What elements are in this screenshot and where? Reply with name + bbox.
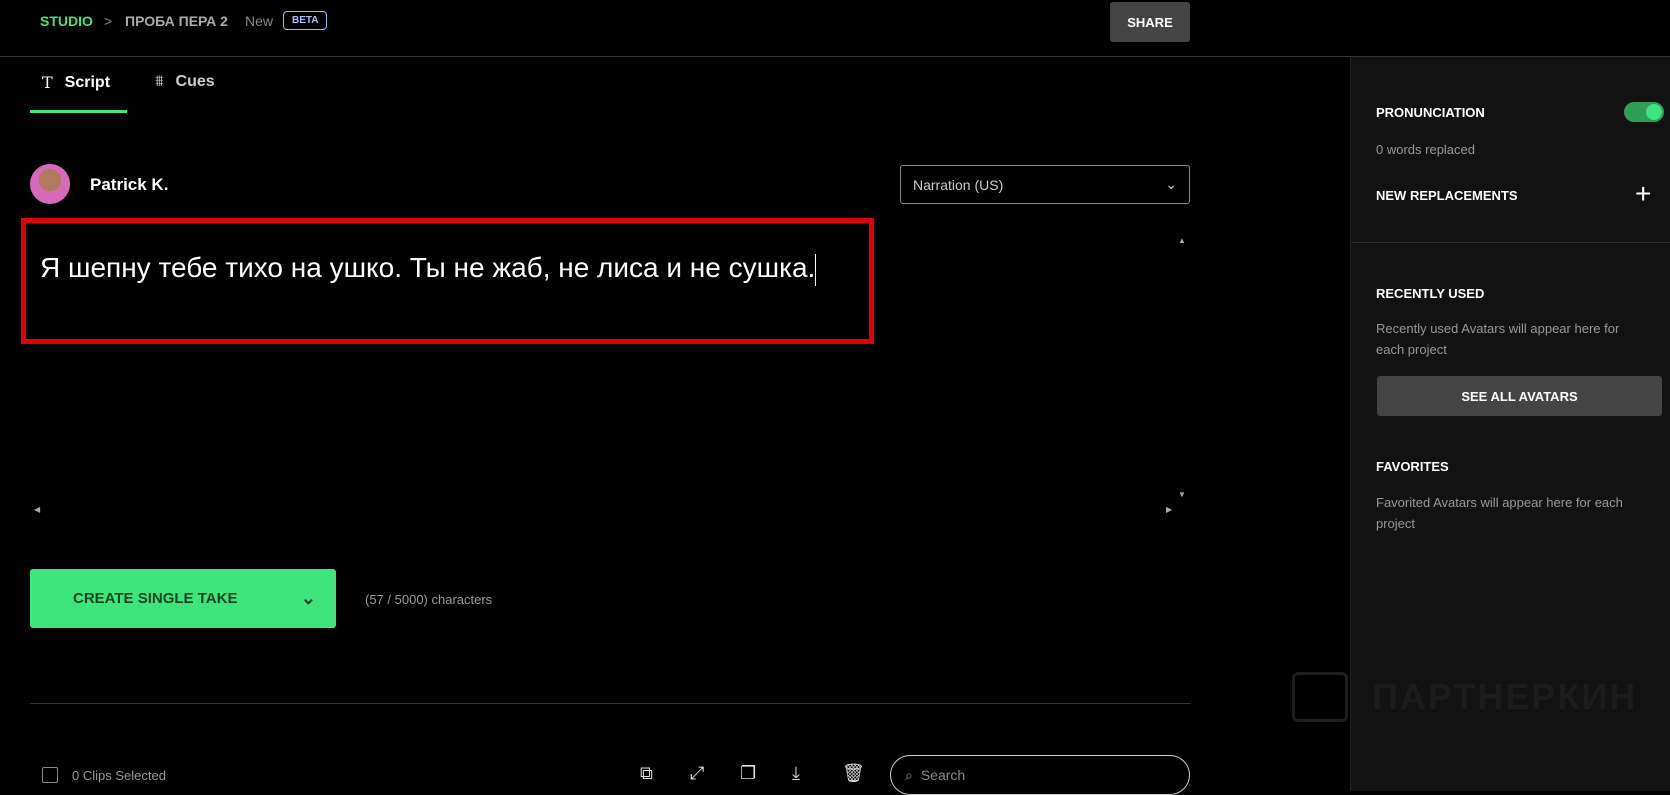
clips-selected: 0 Clips Selected (72, 768, 166, 783)
recently-used-description: Recently used Avatars will appear here f… (1376, 321, 1620, 357)
duplicate-icon[interactable]: ❐ (740, 763, 756, 784)
character-count: (57 / 5000) characters (365, 592, 493, 607)
tab-label: Cues (175, 73, 215, 90)
avatar[interactable] (30, 164, 70, 204)
expand-icon[interactable]: ⤢ (690, 763, 704, 784)
breadcrumb-studio[interactable]: STUDIO (40, 13, 93, 29)
words-replaced: 0 words replaced (1376, 142, 1475, 157)
chevron-down-icon: ⌄ (1165, 176, 1177, 192)
favorites-description: Favorited Avatars will appear here for e… (1376, 495, 1623, 531)
scroll-left-icon[interactable]: ◀ (34, 505, 40, 514)
watermark: ПАРТНЕРКИН (1372, 676, 1638, 717)
scroll-down-icon[interactable]: ▼ (1178, 490, 1186, 499)
favorites-heading: FAVORITES (1376, 459, 1449, 474)
tab-cues[interactable]: ⩩ Cues (155, 73, 215, 91)
recently-used-heading: RECENTLY USED (1376, 286, 1485, 301)
script-editor[interactable]: Я шепну тебе тихо на ушко. Ты не жаб, не… (40, 252, 817, 286)
tab-label: Script (64, 73, 111, 91)
download-icon[interactable]: ⤓ (792, 763, 800, 784)
dropdown-value: Narration (US) (913, 176, 1004, 193)
merge-icon[interactable]: ⧉ (640, 763, 653, 784)
scroll-right-icon[interactable]: ▶ (1166, 505, 1172, 514)
see-all-avatars-button[interactable]: SEE ALL AVATARS (1377, 376, 1662, 416)
chevron-down-icon[interactable]: ⌄ (301, 588, 316, 609)
pronunciation-heading: PRONUNCIATION (1376, 105, 1485, 120)
trash-icon[interactable]: 🗑 (842, 763, 865, 784)
search-input[interactable]: ⌕ Search (890, 755, 1190, 795)
active-tab-indicator (30, 110, 127, 113)
select-all-checkbox[interactable] (42, 767, 58, 783)
sliders-icon: ⩩ (155, 73, 164, 90)
watermark-logo-icon (1292, 672, 1348, 722)
search-icon: ⌕ (905, 766, 913, 783)
divider (30, 703, 1190, 704)
tab-script[interactable]: T Script (42, 73, 110, 92)
voice-style-dropdown[interactable]: Narration (US) ⌄ (900, 165, 1190, 204)
text-icon: T (42, 73, 53, 92)
sidebar-divider (1351, 242, 1670, 243)
chevron-right-icon: > (104, 13, 113, 29)
script-text: Я шепну тебе тихо на ушко. Ты не жаб, не… (40, 252, 816, 283)
project-status: New (245, 13, 274, 29)
text-cursor (815, 253, 817, 286)
scroll-up-icon[interactable]: ▲ (1178, 236, 1186, 245)
create-single-take-button[interactable]: CREATE SINGLE TAKE ⌄ (30, 569, 336, 628)
speaker-name: Patrick K. (90, 175, 169, 194)
share-button[interactable]: SHARE (1110, 2, 1190, 42)
plus-icon[interactable]: + (1635, 178, 1651, 210)
pronunciation-toggle[interactable] (1624, 102, 1664, 122)
new-replacements-heading: NEW REPLACEMENTS (1376, 188, 1518, 203)
search-placeholder: Search (920, 767, 966, 783)
beta-badge: BETA (283, 11, 328, 30)
project-title[interactable]: ПРОБА ПЕРА 2 (125, 13, 228, 29)
create-label: CREATE SINGLE TAKE (73, 590, 238, 607)
